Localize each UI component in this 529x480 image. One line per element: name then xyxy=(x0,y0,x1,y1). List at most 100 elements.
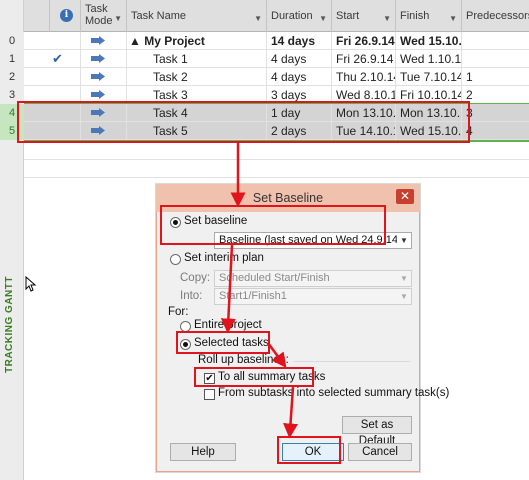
table-header: i Task Mode ▼ Task Name ▼ Duration ▼ Sta… xyxy=(24,0,529,32)
copy-select[interactable]: Scheduled Start/Finish ▼ xyxy=(214,270,412,287)
table-row[interactable]: 0 ▲ My Project 14 days Fri 26.9.14 Wed 1… xyxy=(0,32,529,50)
start-cell[interactable]: Mon 13.10.1 xyxy=(332,104,396,122)
into-select[interactable]: Start1/Finish1 ▼ xyxy=(214,288,412,305)
table-row-selected[interactable]: 5 Task 5 2 days Tue 14.10.1 Wed 15.10.1 … xyxy=(0,122,529,140)
to-all-summary-label[interactable]: To all summary tasks xyxy=(218,371,325,383)
selected-tasks-label[interactable]: Selected tasks xyxy=(194,337,269,349)
start-cell[interactable]: Thu 2.10.14 xyxy=(332,68,396,86)
view-name-label[interactable]: TRACKING GANTT xyxy=(4,270,18,380)
set-baseline-radio[interactable] xyxy=(170,217,181,228)
predecessors-cell[interactable] xyxy=(462,32,529,50)
row-number[interactable]: 5 xyxy=(0,122,24,140)
dialog-title-bar[interactable]: Set Baseline ✕ xyxy=(156,184,420,212)
set-baseline-dialog: Set Baseline ✕ Set baseline Baseline (la… xyxy=(155,183,449,473)
chevron-down-icon[interactable]: ▼ xyxy=(383,13,391,25)
close-button[interactable]: ✕ xyxy=(396,189,414,204)
header-predecessors-label: Predecessors xyxy=(466,10,529,22)
start-cell[interactable]: Fri 26.9.14 xyxy=(332,50,396,68)
header-finish[interactable]: Finish ▼ xyxy=(396,0,462,32)
task-mode-cell[interactable] xyxy=(81,86,127,104)
finish-cell[interactable]: Wed 1.10.14 xyxy=(396,50,462,68)
ok-button[interactable]: OK xyxy=(282,443,344,461)
row-number[interactable]: 3 xyxy=(0,86,24,104)
header-task-name[interactable]: Task Name ▼ xyxy=(127,0,267,32)
predecessors-cell[interactable] xyxy=(462,50,529,68)
task-name-cell[interactable]: Task 2 xyxy=(127,68,267,86)
task-mode-cell[interactable] xyxy=(81,104,127,122)
chevron-down-icon[interactable]: ▼ xyxy=(114,13,122,25)
predecessors-cell[interactable]: 1 xyxy=(462,68,529,86)
auto-schedule-icon xyxy=(91,54,105,63)
set-baseline-label[interactable]: Set baseline xyxy=(184,215,247,227)
entire-project-label[interactable]: Entire project xyxy=(194,319,262,331)
chevron-down-icon[interactable]: ▼ xyxy=(397,233,411,248)
header-predecessors[interactable]: Predecessors xyxy=(462,0,529,32)
auto-schedule-icon xyxy=(91,72,105,81)
to-all-summary-checkbox[interactable]: ✔ xyxy=(204,373,215,384)
start-cell[interactable]: Fri 26.9.14 xyxy=(332,32,396,50)
task-name-cell[interactable]: Task 1 xyxy=(127,50,267,68)
table-row[interactable]: 3 Task 3 3 days Wed 8.10.14 Fri 10.10.14… xyxy=(0,86,529,104)
chevron-down-icon[interactable]: ▼ xyxy=(397,271,411,286)
task-name-cell[interactable]: Task 4 xyxy=(127,104,267,122)
row-number[interactable]: 0 xyxy=(0,32,24,50)
from-subtasks-checkbox[interactable] xyxy=(204,389,215,400)
table-row-selected[interactable]: 4 Task 4 1 day Mon 13.10.1 Mon 13.10.1 3 xyxy=(0,104,529,122)
info-icon: i xyxy=(60,9,73,22)
selected-tasks-radio[interactable] xyxy=(180,339,191,350)
finish-cell[interactable]: Wed 15.10.1 xyxy=(396,122,462,140)
row-number[interactable]: 4 xyxy=(0,104,24,122)
duration-cell[interactable]: 4 days xyxy=(267,50,332,68)
help-button[interactable]: Help xyxy=(170,443,236,461)
task-mode-cell[interactable] xyxy=(81,122,127,140)
task-name-cell[interactable]: ▲ My Project xyxy=(127,32,267,50)
start-cell[interactable]: Wed 8.10.14 xyxy=(332,86,396,104)
baseline-select[interactable]: Baseline (last saved on Wed 24.9.14) ▼ xyxy=(214,232,412,249)
header-indicators[interactable]: i xyxy=(50,0,81,32)
header-duration-label: Duration xyxy=(271,10,313,22)
finish-cell[interactable]: Tue 7.10.14 xyxy=(396,68,462,86)
cancel-button[interactable]: Cancel xyxy=(348,443,412,461)
predecessors-cell[interactable]: 2 xyxy=(462,86,529,104)
task-mode-cell[interactable] xyxy=(81,32,127,50)
row-number[interactable]: 1 xyxy=(0,50,24,68)
duration-cell[interactable]: 2 days xyxy=(267,122,332,140)
duration-cell[interactable]: 1 day xyxy=(267,104,332,122)
header-start-label: Start xyxy=(336,10,360,22)
indicator-cell xyxy=(50,32,81,50)
table-row[interactable]: 1 ✔ Task 1 4 days Fri 26.9.14 Wed 1.10.1… xyxy=(0,50,529,68)
table-row[interactable]: 2 Task 2 4 days Thu 2.10.14 Tue 7.10.14 … xyxy=(0,68,529,86)
chevron-down-icon[interactable]: ▼ xyxy=(397,289,411,304)
finish-cell[interactable]: Fri 10.10.14 xyxy=(396,86,462,104)
duration-cell[interactable]: 3 days xyxy=(267,86,332,104)
set-interim-plan-label[interactable]: Set interim plan xyxy=(184,252,264,264)
header-task-mode-label: Task Mode xyxy=(85,3,113,27)
empty-row[interactable] xyxy=(24,160,529,178)
header-task-name-label: Task Name xyxy=(131,10,187,22)
chevron-down-icon[interactable]: ▼ xyxy=(449,13,457,25)
duration-cell[interactable]: 14 days xyxy=(267,32,332,50)
header-start[interactable]: Start ▼ xyxy=(332,0,396,32)
indicator-cell xyxy=(50,86,81,104)
set-interim-plan-radio[interactable] xyxy=(170,254,181,265)
empty-row[interactable] xyxy=(24,142,529,160)
task-mode-cell[interactable] xyxy=(81,68,127,86)
set-as-default-button[interactable]: Set as Default xyxy=(342,416,412,447)
task-name-cell[interactable]: Task 5 xyxy=(127,122,267,140)
duration-cell[interactable]: 4 days xyxy=(267,68,332,86)
header-corner[interactable] xyxy=(24,0,50,32)
finish-cell[interactable]: Wed 15.10. xyxy=(396,32,462,50)
chevron-down-icon[interactable]: ▼ xyxy=(254,13,262,25)
row-number[interactable]: 2 xyxy=(0,68,24,86)
start-cell[interactable]: Tue 14.10.1 xyxy=(332,122,396,140)
header-task-mode[interactable]: Task Mode ▼ xyxy=(81,0,127,32)
header-duration[interactable]: Duration ▼ xyxy=(267,0,332,32)
task-mode-cell[interactable] xyxy=(81,50,127,68)
chevron-down-icon[interactable]: ▼ xyxy=(319,13,327,25)
predecessors-cell[interactable]: 3 xyxy=(462,104,529,122)
from-subtasks-label[interactable]: From subtasks into selected summary task… xyxy=(218,387,449,399)
predecessors-cell[interactable]: 4 xyxy=(462,122,529,140)
finish-cell[interactable]: Mon 13.10.1 xyxy=(396,104,462,122)
entire-project-radio[interactable] xyxy=(180,321,191,332)
task-name-cell[interactable]: Task 3 xyxy=(127,86,267,104)
